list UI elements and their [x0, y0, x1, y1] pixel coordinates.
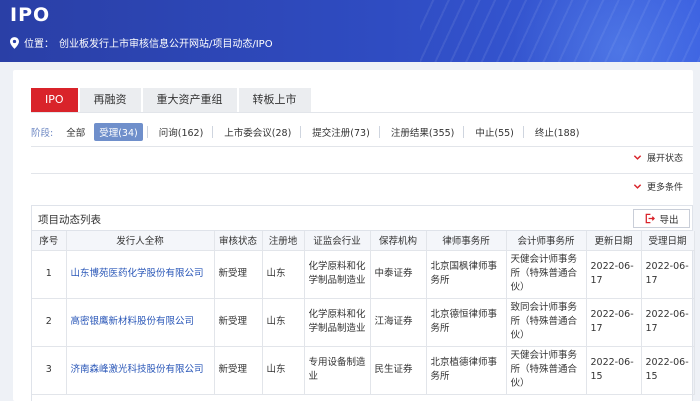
project-list-panel: 项目动态列表 导出 序号 发行人全称 审核状态 注册地 证监会行业 保荐机构 律…: [31, 205, 695, 401]
cell-region: 山东: [261, 249, 305, 299]
tabs-divider: [31, 112, 693, 113]
project-table: 序号 发行人全称 审核状态 注册地 证监会行业 保荐机构 律师事务所 会计师事务…: [32, 231, 695, 395]
breadcrumb: 位置： 创业板发行上市审核信息公开网站/项目动态/IPO: [10, 35, 273, 50]
col-header-status: 审核状态: [213, 231, 263, 251]
filter-divider: [31, 146, 693, 147]
export-label: 导出: [659, 214, 679, 226]
page-title: IPO: [10, 4, 51, 26]
more-conditions-toggle[interactable]: 更多条件: [633, 180, 693, 193]
col-header-accounting-firm: 会计师事务所: [505, 231, 587, 251]
panel-header: 项目动态列表 导出: [32, 206, 692, 231]
cell-industry: 化学原料和化学制品制造业: [303, 297, 371, 347]
table-row: 2 高密银鹰新材料股份有限公司 新受理 山东 化学原料和化学制品制造业 江海证券…: [32, 297, 695, 347]
cell-no: 1: [32, 249, 67, 299]
stage-all[interactable]: 全部: [61, 123, 90, 141]
cell-issuer-link[interactable]: 山东博苑医药化学股份有限公司: [65, 249, 215, 299]
col-header-industry: 证监会行业: [303, 231, 371, 251]
stage-separator: [212, 126, 214, 138]
cell-accounting-firm: 天健会计师事务所（特殊普通合伙）: [505, 345, 587, 395]
cell-region: 山东: [261, 297, 305, 347]
panel-title: 项目动态列表: [38, 214, 101, 226]
filter-divider: [31, 173, 693, 174]
table-header-row: 序号 发行人全称 审核状态 注册地 证监会行业 保荐机构 律师事务所 会计师事务…: [32, 231, 695, 251]
more-conditions-label: 更多条件: [647, 183, 684, 193]
breadcrumb-path[interactable]: 创业板发行上市审核信息公开网站/项目动态/IPO: [59, 35, 273, 50]
tab-major-restructuring[interactable]: 重大资产重组: [142, 88, 237, 112]
stage-inquiry[interactable]: 问询(162): [154, 123, 209, 141]
col-header-accepted: 受理日期: [640, 231, 695, 251]
cell-accounting-firm: 天健会计师事务所（特殊普通合伙）: [505, 249, 587, 299]
expand-status-label: 展开状态: [647, 154, 684, 164]
table-row: 3 济南森峰激光科技股份有限公司 新受理 山东 专用设备制造业 民生证券 北京植…: [32, 345, 695, 395]
col-header-region: 注册地: [261, 231, 305, 251]
stage-separator: [378, 126, 380, 138]
stage-separator: [522, 126, 524, 138]
breadcrumb-prefix: 位置：: [24, 39, 54, 50]
cell-law-firm: 北京国枫律师事务所: [425, 249, 507, 299]
tab-board-transfer[interactable]: 转板上市: [238, 88, 311, 112]
stage-terminated[interactable]: 终止(188): [530, 123, 585, 141]
cell-industry: 化学原料和化学制品制造业: [303, 249, 371, 299]
cell-issuer-link[interactable]: 高密银鹰新材料股份有限公司: [65, 297, 215, 347]
cell-sponsor: 民生证券: [369, 345, 427, 395]
tab-refinancing[interactable]: 再融资: [79, 88, 141, 112]
content-card: IPO 再融资 重大资产重组 转板上市 阶段: 全部 受理(34) 问询(162…: [13, 70, 695, 401]
cell-status: 新受理: [213, 297, 263, 347]
chevron-down-icon: [633, 155, 642, 160]
export-button[interactable]: 导出: [633, 209, 690, 228]
col-header-law-firm: 律师事务所: [425, 231, 507, 251]
cell-status: 新受理: [213, 249, 263, 299]
cell-region: 山东: [261, 345, 305, 395]
cell-accepted: 2022-06-17: [640, 297, 695, 347]
header-banner: IPO 位置： 创业板发行上市审核信息公开网站/项目动态/IPO: [0, 0, 700, 62]
cell-status: 新受理: [213, 345, 263, 395]
stage-listing-committee[interactable]: 上市委会议(28): [219, 123, 296, 141]
cell-sponsor: 江海证券: [369, 297, 427, 347]
cell-law-firm: 北京德恒律师事务所: [425, 297, 507, 347]
cell-accepted: 2022-06-15: [640, 345, 695, 395]
expand-status-toggle[interactable]: 展开状态: [633, 151, 693, 164]
cell-updated: 2022-06-15: [585, 345, 642, 395]
stage-separator: [463, 126, 465, 138]
chevron-down-icon: [633, 184, 642, 189]
stage-separator: [146, 126, 148, 138]
col-header-issuer: 发行人全称: [65, 231, 215, 251]
stage-registration-result[interactable]: 注册结果(355): [386, 123, 460, 141]
stage-registration-submitted[interactable]: 提交注册(73): [307, 123, 375, 141]
cell-updated: 2022-06-17: [585, 297, 642, 347]
cell-issuer-link[interactable]: 济南森峰激光科技股份有限公司: [65, 345, 215, 395]
stage-suspended[interactable]: 中止(55): [470, 123, 519, 141]
stage-accepted[interactable]: 受理(34): [94, 123, 143, 141]
cell-sponsor: 中泰证券: [369, 249, 427, 299]
cell-updated: 2022-06-17: [585, 249, 642, 299]
cell-accepted: 2022-06-17: [640, 249, 695, 299]
cell-law-firm: 北京植德律师事务所: [425, 345, 507, 395]
cell-industry: 专用设备制造业: [303, 345, 371, 395]
cell-accounting-firm: 致同会计师事务所（特殊普通合伙）: [505, 297, 587, 347]
export-icon: [646, 213, 656, 224]
category-tabs: IPO 再融资 重大资产重组 转板上市: [31, 88, 313, 112]
tab-ipo[interactable]: IPO: [31, 88, 78, 112]
col-header-no: 序号: [32, 231, 67, 251]
cell-no: 2: [32, 297, 67, 347]
col-header-sponsor: 保荐机构: [369, 231, 427, 251]
stage-label: 阶段:: [31, 128, 54, 139]
map-pin-icon: [10, 36, 19, 49]
col-header-updated: 更新日期: [585, 231, 642, 251]
stage-separator: [300, 126, 302, 138]
stage-filter: 阶段: 全部 受理(34) 问询(162) 上市委会议(28) 提交注册(73)…: [31, 123, 588, 141]
cell-no: 3: [32, 345, 67, 395]
table-row: 1 山东博苑医药化学股份有限公司 新受理 山东 化学原料和化学制品制造业 中泰证…: [32, 249, 695, 299]
